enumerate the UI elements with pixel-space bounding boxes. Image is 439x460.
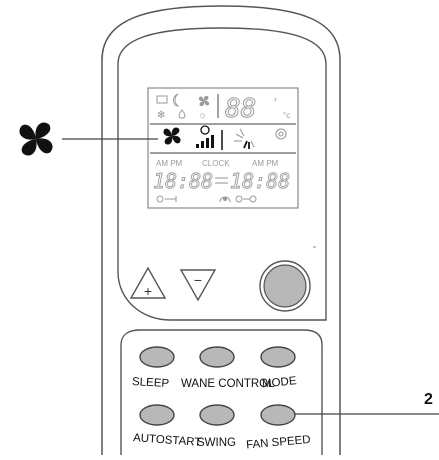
sleep-button[interactable]: [139, 346, 175, 368]
clock-label: CLOCK: [202, 159, 230, 168]
sun-icon: ☼: [198, 110, 207, 121]
autostart-button[interactable]: [139, 404, 175, 426]
lcd-digits-top: 88: [225, 94, 256, 124]
am-pm-right: AM PM: [252, 159, 279, 168]
sleep-label: SLEEP: [132, 376, 170, 390]
time-right: 18:88: [230, 169, 290, 193]
plus-label: +: [144, 283, 152, 299]
fan-icon: [19, 122, 53, 156]
thermometer-icon: ⸢: [274, 97, 278, 107]
minus-label: −: [194, 272, 202, 288]
snowflake-icon: ✻: [157, 110, 165, 121]
remote-diagram: ✻ ☼ ⸢ °c 88 AM PM CLOCK AM PM 18:88 18:8…: [0, 0, 439, 455]
swing-label: SWING: [197, 437, 236, 449]
mode-button[interactable]: [260, 346, 296, 368]
callout-number: 2: [424, 391, 433, 408]
celsius-icon: °c: [283, 111, 290, 120]
time-left: 18:88: [153, 169, 213, 193]
swing-button[interactable]: [199, 404, 235, 426]
am-pm-left: AM PM: [156, 159, 183, 168]
power-button-face: [263, 264, 307, 308]
fan-speed-button[interactable]: [260, 404, 296, 426]
wane-control-button[interactable]: [199, 346, 235, 368]
